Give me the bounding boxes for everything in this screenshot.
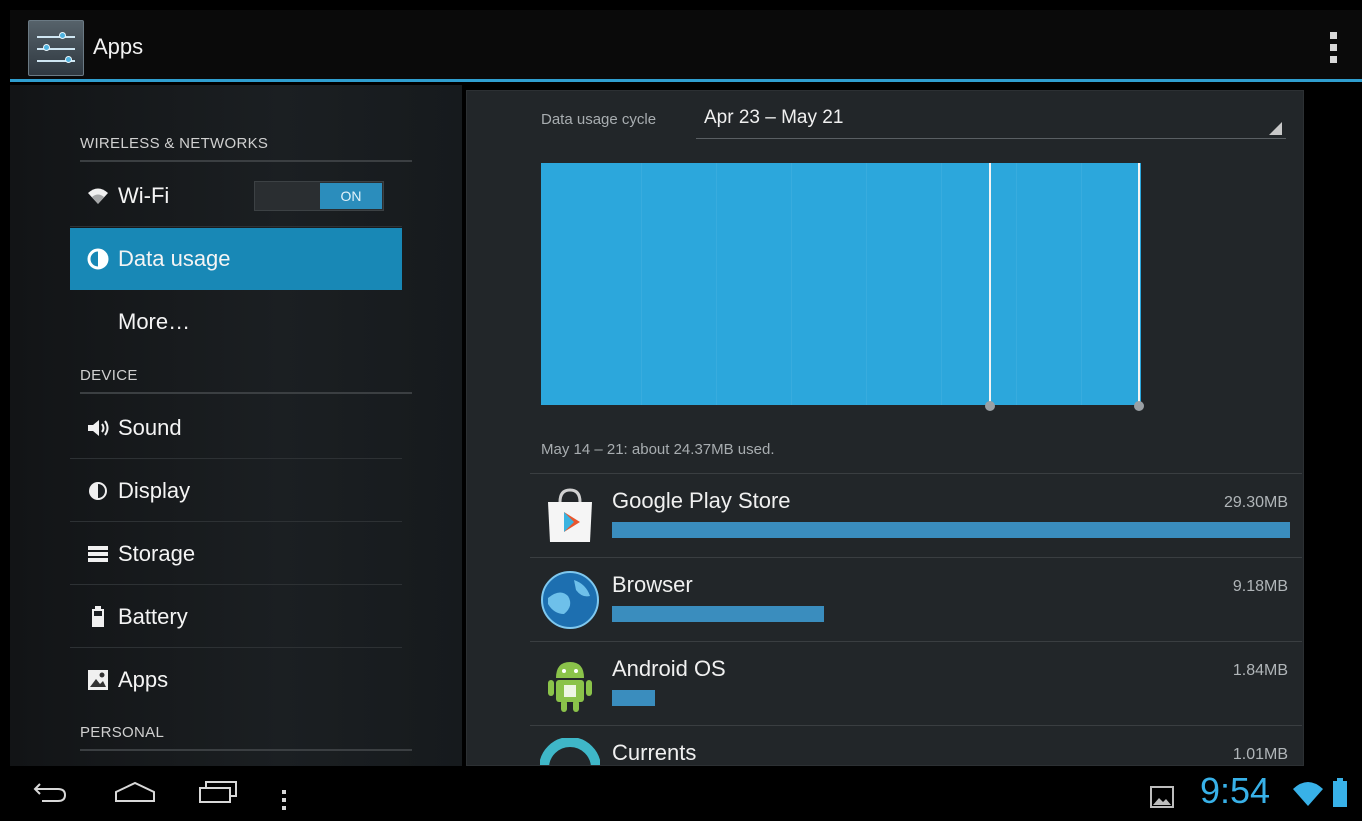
sidebar-item-apps[interactable]: Apps	[70, 649, 402, 711]
data-usage-cycle-row: Data usage cycle Apr 23 – May 21	[541, 107, 1287, 139]
sidebar-item-label: Data usage	[118, 246, 231, 271]
data-usage-panel: Data usage cycle Apr 23 – May 21 May 14 …	[466, 90, 1304, 766]
action-bar: Apps	[10, 10, 1362, 82]
app-size: 1.84MB	[1232, 662, 1288, 679]
sidebar-item-battery[interactable]: Battery	[70, 586, 402, 648]
spinner-arrow-icon	[1269, 122, 1282, 135]
settings-sliders-icon[interactable]	[28, 20, 84, 76]
sidebar-item-label: Sound	[118, 414, 182, 440]
list-item[interactable]: Currents 1.01MB	[530, 725, 1302, 765]
status-clock: 9:54	[1200, 770, 1271, 811]
app-name: Google Play Store	[612, 488, 791, 513]
menu-icon[interactable]	[281, 790, 287, 814]
overflow-menu-icon[interactable]	[1330, 32, 1338, 64]
home-icon[interactable]	[114, 780, 156, 808]
sidebar-item-storage[interactable]: Storage	[70, 523, 402, 585]
back-icon[interactable]	[32, 780, 68, 808]
sidebar-item-sound[interactable]: Sound	[70, 397, 402, 459]
system-bar: 9:54	[0, 766, 1362, 821]
app-name: Currents	[612, 740, 697, 765]
sidebar-item-label: Apps	[118, 667, 169, 692]
sidebar-item-label: Battery	[118, 603, 188, 629]
usage-chart	[541, 163, 1144, 411]
section-header-personal: PERSONAL	[80, 724, 412, 751]
app-size: 1.01MB	[1232, 746, 1288, 763]
usage-bar	[612, 606, 824, 622]
storage-icon	[70, 545, 116, 563]
sidebar-item-display[interactable]: Display	[70, 460, 402, 522]
range-end-handle[interactable]	[1134, 163, 1144, 411]
cycle-value: Apr 23 – May 21	[704, 107, 844, 128]
action-bar-title: Apps	[93, 34, 144, 59]
section-header-wireless: WIRELESS & NETWORKS	[80, 135, 412, 162]
sidebar-item-label: More…	[118, 309, 191, 334]
play-store-icon	[540, 486, 600, 546]
app-name: Browser	[612, 572, 693, 597]
sidebar-item-data-usage[interactable]: Data usage	[70, 228, 402, 290]
list-item[interactable]: Google Play Store 29.30MB	[530, 473, 1302, 557]
app-size: 29.30MB	[1223, 494, 1288, 511]
settings-sidebar: WIRELESS & NETWORKS Wi-Fi ON Data usage …	[10, 85, 462, 766]
cycle-label: Data usage cycle	[541, 111, 657, 128]
data-usage-icon	[70, 248, 116, 270]
sidebar-item-label: Wi-Fi	[118, 182, 170, 208]
wifi-icon	[70, 187, 116, 205]
sidebar-item-label: Storage	[118, 540, 196, 566]
list-item[interactable]: Android OS 1.84MB	[530, 641, 1302, 725]
cycle-spinner[interactable]: Apr 23 – May 21	[696, 107, 1286, 139]
sidebar-item-label: Display	[118, 477, 191, 503]
battery-icon	[70, 605, 116, 628]
battery-status-icon	[1332, 778, 1348, 812]
section-header-device: DEVICE	[80, 367, 412, 394]
usage-summary: May 14 – 21: about 24.37MB used.	[541, 441, 775, 458]
recent-apps-icon[interactable]	[198, 780, 238, 808]
speaker-icon	[70, 418, 116, 438]
range-start-handle[interactable]	[985, 163, 995, 411]
currents-icon	[539, 737, 601, 765]
app-name: Android OS	[612, 656, 726, 681]
usage-chart-area	[541, 163, 1141, 405]
app-size: 9.18MB	[1232, 578, 1288, 595]
usage-bar	[612, 690, 655, 706]
toggle-on-label: ON	[320, 183, 382, 209]
app-usage-list: Google Play Store 29.30MB Browser 9.18MB	[530, 473, 1302, 765]
sidebar-item-more[interactable]: More…	[70, 291, 402, 353]
brightness-icon	[70, 480, 116, 502]
globe-icon	[540, 570, 600, 630]
android-icon	[540, 654, 600, 714]
list-item[interactable]: Browser 9.18MB	[530, 557, 1302, 641]
usage-bar	[612, 522, 1290, 538]
wifi-toggle[interactable]: ON	[254, 181, 384, 211]
wifi-signal-icon	[1292, 780, 1324, 812]
screenshot-notification-icon[interactable]	[1150, 786, 1174, 812]
apps-icon	[70, 669, 116, 691]
